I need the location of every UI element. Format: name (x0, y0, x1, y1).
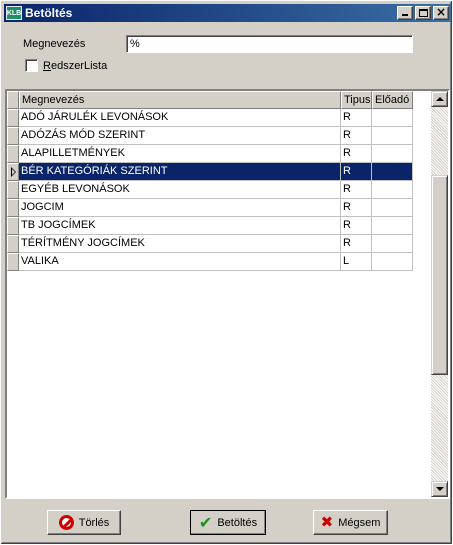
row-indicator[interactable] (7, 235, 19, 253)
cell-megnevezes[interactable]: ADÓZÁS MÓD SZERINT (19, 127, 341, 145)
table-row[interactable]: TÉRÍTMÉNY JOGCÍMEK R (7, 235, 413, 253)
row-indicator[interactable] (7, 163, 19, 181)
row-indicator[interactable] (7, 199, 19, 217)
maximize-button[interactable] (415, 6, 431, 20)
cell-tipus[interactable]: R (341, 235, 372, 253)
table-row[interactable]: EGYÉB LEVONÁSOK R (7, 181, 413, 199)
current-row-arrow-icon (11, 167, 16, 177)
system-list-checkbox[interactable] (25, 59, 38, 72)
window-title: Betöltés (25, 6, 73, 20)
table-row[interactable]: ADÓZÁS MÓD SZERINT R (7, 127, 413, 145)
arrow-up-icon (436, 97, 444, 101)
cell-tipus[interactable]: R (341, 199, 372, 217)
title-bar[interactable]: KLB Betöltés × (4, 4, 451, 22)
cell-eloado[interactable] (372, 163, 413, 181)
cell-megnevezes[interactable]: JOGCIM (19, 199, 341, 217)
filter-panel: Megnevezés RedszerLista (5, 24, 450, 86)
cancel-button-label: Mégsem (338, 516, 381, 529)
row-indicator[interactable] (7, 253, 19, 271)
name-label: Megnevezés (23, 38, 86, 50)
cell-eloado[interactable] (372, 235, 413, 253)
cell-tipus[interactable]: R (341, 181, 372, 199)
delete-button-label: Törlés (78, 516, 110, 529)
system-list-checkbox-row[interactable]: RedszerLista (25, 59, 107, 72)
load-button-label: Betöltés (217, 516, 258, 529)
row-indicator[interactable] (7, 145, 19, 163)
cell-tipus[interactable]: R (341, 145, 372, 163)
table-row[interactable]: JOGCIM R (7, 199, 413, 217)
x-icon: ✖ (320, 513, 334, 531)
column-header-megnevezes[interactable]: Megnevezés (19, 91, 341, 109)
cell-tipus[interactable]: R (341, 109, 372, 127)
grid-body: Megnevezés Tipus Előadó ADÓ JÁRULÉK LEVO… (7, 91, 431, 497)
table-row[interactable]: ALAPILLETMÉNYEK R (7, 145, 413, 163)
cell-megnevezes[interactable]: ADÓ JÁRULÉK LEVONÁSOK (19, 109, 341, 127)
maximize-icon (419, 9, 428, 17)
delete-icon (58, 515, 74, 530)
cell-eloado[interactable] (372, 181, 413, 199)
name-filter-input[interactable] (126, 35, 413, 53)
column-header-tipus[interactable]: Tipus (341, 91, 372, 109)
cell-eloado[interactable] (372, 199, 413, 217)
load-button[interactable]: ✔ Betöltés (190, 510, 266, 535)
vertical-scrollbar[interactable] (431, 91, 448, 497)
system-list-label[interactable]: RedszerLista (43, 60, 107, 72)
betoltes-dialog: KLB Betöltés × Megnevezés RedszerLista M… (0, 0, 453, 545)
cell-eloado[interactable] (372, 217, 413, 235)
cell-tipus[interactable]: R (341, 127, 372, 145)
column-header-eloado[interactable]: Előadó (372, 91, 413, 109)
cell-megnevezes[interactable]: ALAPILLETMÉNYEK (19, 145, 341, 163)
scroll-down-button[interactable] (431, 481, 448, 497)
cell-eloado[interactable] (372, 145, 413, 163)
minimize-icon (402, 14, 408, 16)
table-row[interactable]: ADÓ JÁRULÉK LEVONÁSOK R (7, 109, 413, 127)
delete-button[interactable]: Törlés (47, 510, 121, 535)
cell-megnevezes[interactable]: EGYÉB LEVONÁSOK (19, 181, 341, 199)
cell-tipus[interactable]: L (341, 253, 372, 271)
cell-megnevezes[interactable]: TB JOGCÍMEK (19, 217, 341, 235)
row-indicator[interactable] (7, 127, 19, 145)
row-indicator[interactable] (7, 217, 19, 235)
header-indicator-cell (7, 91, 19, 109)
checkmark-icon: ✔ (198, 512, 213, 532)
table-row[interactable]: BÉR KATEGÓRIÁK SZERINT R (7, 163, 413, 181)
table-row[interactable]: VALIKA L (7, 253, 413, 271)
scroll-thumb[interactable] (431, 175, 448, 375)
cancel-button[interactable]: ✖ Mégsem (313, 510, 388, 535)
close-icon: × (435, 5, 447, 19)
scroll-up-button[interactable] (431, 91, 448, 107)
row-indicator[interactable] (7, 109, 19, 127)
arrow-down-icon (436, 487, 444, 491)
cell-eloado[interactable] (372, 127, 413, 145)
minimize-button[interactable] (397, 6, 413, 20)
cell-megnevezes[interactable]: TÉRÍTMÉNY JOGCÍMEK (19, 235, 341, 253)
close-button[interactable]: × (433, 5, 449, 20)
cell-megnevezes[interactable]: BÉR KATEGÓRIÁK SZERINT (19, 163, 341, 181)
row-indicator[interactable] (7, 181, 19, 199)
cell-tipus[interactable]: R (341, 217, 372, 235)
grid-header-row: Megnevezés Tipus Előadó (7, 91, 413, 109)
data-grid: Megnevezés Tipus Előadó ADÓ JÁRULÉK LEVO… (5, 89, 450, 499)
table-row[interactable]: TB JOGCÍMEK R (7, 217, 413, 235)
cell-eloado[interactable] (372, 253, 413, 271)
app-logo-icon: KLB (6, 6, 22, 20)
cell-eloado[interactable] (372, 109, 413, 127)
cell-megnevezes[interactable]: VALIKA (19, 253, 341, 271)
cell-tipus[interactable]: R (341, 163, 372, 181)
